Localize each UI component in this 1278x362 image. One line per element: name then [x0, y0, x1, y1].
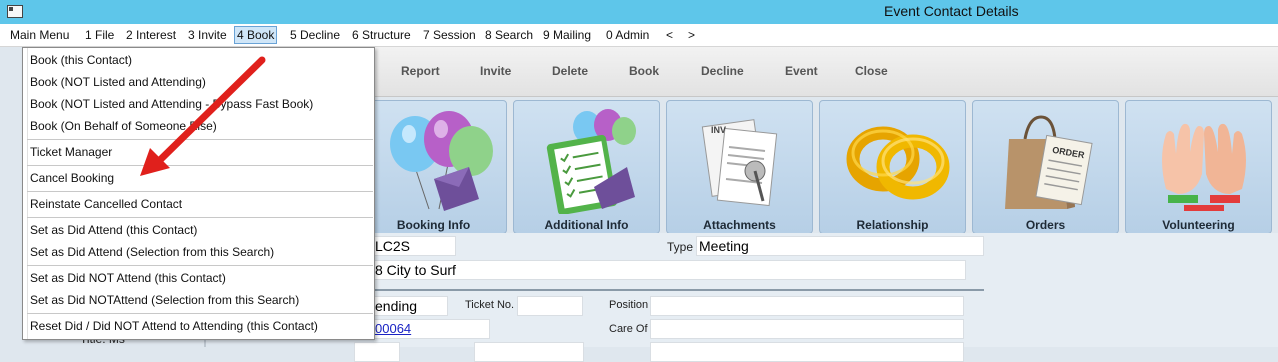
toolbar: Report Invite Delete Book Decline Event …	[374, 47, 1278, 97]
menu-structure[interactable]: 6 Structure	[350, 27, 413, 45]
menu-separator	[27, 191, 373, 192]
tile-volunteering-label: Volunteering	[1162, 218, 1235, 232]
tile-attachments[interactable]: INV Attachments	[666, 100, 813, 234]
menu-interest[interactable]: 2 Interest	[124, 27, 178, 45]
ticket-no-label: Ticket No.	[465, 299, 515, 311]
menu-item-book-on-behalf[interactable]: Book (On Behalf of Someone Else)	[30, 117, 217, 135]
extra-field-2[interactable]	[474, 342, 584, 362]
svg-text:INV: INV	[711, 125, 726, 135]
menu-admin[interactable]: 0 Admin	[604, 27, 651, 45]
tile-booking-info[interactable]: Booking Info	[360, 100, 507, 234]
app-icon[interactable]	[7, 5, 23, 18]
rings-icon	[846, 126, 950, 200]
invite-button[interactable]: Invite	[480, 64, 511, 78]
menu-separator	[27, 265, 373, 266]
menu-item-book-this-contact[interactable]: Book (this Contact)	[30, 51, 132, 69]
type-field[interactable]: Meeting	[696, 236, 984, 256]
decline-button[interactable]: Decline	[701, 64, 744, 78]
title-bar: Event Contact Details	[0, 0, 1278, 24]
contact-id-link[interactable]: 00064	[372, 319, 490, 339]
delete-button[interactable]: Delete	[552, 64, 588, 78]
menu-item-did-attend-contact[interactable]: Set as Did Attend (this Contact)	[30, 221, 197, 239]
menu-separator	[27, 165, 373, 166]
menu-item-did-not-attend-contact[interactable]: Set as Did NOT Attend (this Contact)	[30, 269, 226, 287]
checklist-icon	[546, 109, 636, 214]
report-button[interactable]: Report	[401, 64, 440, 78]
care-of-label: Care Of	[609, 323, 648, 335]
menu-separator	[27, 139, 373, 140]
event-code-field[interactable]: LC2S	[372, 236, 456, 256]
divider	[374, 289, 984, 291]
book-button[interactable]: Book	[629, 64, 659, 78]
menu-book[interactable]: 4 Book	[234, 26, 278, 44]
attachment-icon: INV	[701, 119, 778, 207]
balloons-icon	[390, 111, 493, 211]
menu-separator	[27, 313, 373, 314]
menu-decline[interactable]: 5 Decline	[288, 27, 342, 45]
menu-invite[interactable]: 3 Invite	[186, 27, 229, 45]
type-label: Type	[667, 240, 694, 254]
tile-booking-info-label: Booking Info	[396, 218, 471, 232]
menu-next[interactable]: >	[686, 27, 697, 45]
menu-main-menu[interactable]: Main Menu	[8, 27, 71, 45]
menu-item-ticket-manager[interactable]: Ticket Manager	[30, 143, 112, 161]
close-button[interactable]: Close	[855, 64, 888, 78]
menu-search[interactable]: 8 Search	[483, 27, 535, 45]
menu-item-book-not-listed[interactable]: Book (NOT Listed and Attending)	[30, 73, 206, 91]
menu-file[interactable]: 1 File	[83, 27, 116, 45]
extra-field-3[interactable]	[650, 342, 964, 362]
tile-relationship[interactable]: Relationship	[819, 100, 966, 234]
menu-bar: Main Menu 1 File 2 Interest 3 Invite 4 B…	[0, 24, 1278, 47]
menu-item-reinstate-cancelled[interactable]: Reinstate Cancelled Contact	[30, 195, 182, 213]
event-button[interactable]: Event	[785, 64, 818, 78]
tile-orders-label: Orders	[1025, 218, 1066, 232]
menu-item-book-bypass-fast-book[interactable]: Book (NOT Listed and Attending - Bypass …	[30, 95, 313, 113]
event-name-field[interactable]: 8 City to Surf	[372, 260, 966, 280]
ticket-no-field[interactable]	[517, 296, 583, 316]
menu-item-did-not-attend-selection[interactable]: Set as Did NOTAttend (Selection from thi…	[30, 291, 299, 309]
menu-session[interactable]: 7 Session	[421, 27, 478, 45]
menu-item-cancel-booking[interactable]: Cancel Booking	[30, 169, 114, 187]
window-title: Event Contact Details	[884, 3, 1019, 19]
raised-hands-icon	[1162, 123, 1246, 211]
position-field[interactable]	[650, 296, 964, 316]
menu-item-did-attend-selection[interactable]: Set as Did Attend (Selection from this S…	[30, 243, 274, 261]
book-dropdown-menu: Book (this Contact) Book (NOT Listed and…	[22, 47, 375, 340]
tile-additional-info-label: Additional Info	[544, 218, 629, 232]
tile-additional-info[interactable]: Additional Info	[513, 100, 660, 234]
extra-field-1[interactable]	[354, 342, 400, 362]
menu-item-reset-attendance[interactable]: Reset Did / Did NOT Attend to Attending …	[30, 317, 318, 335]
status-field[interactable]: ending	[372, 296, 448, 316]
tile-orders[interactable]: ORDER Orders	[972, 100, 1119, 234]
menu-separator	[27, 217, 373, 218]
tile-attachments-label: Attachments	[703, 218, 776, 232]
position-label: Position	[609, 299, 649, 311]
menu-mailing[interactable]: 9 Mailing	[541, 27, 593, 45]
menu-gutter	[23, 48, 28, 339]
tile-relationship-label: Relationship	[856, 218, 929, 232]
care-of-field[interactable]	[650, 319, 964, 339]
menu-prev[interactable]: <	[664, 27, 675, 45]
tile-bar: Booking Info Additional Info INV Attachm…	[360, 98, 1278, 234]
shopping-bag-icon: ORDER	[1005, 115, 1093, 209]
tile-volunteering[interactable]: Volunteering	[1125, 100, 1272, 234]
